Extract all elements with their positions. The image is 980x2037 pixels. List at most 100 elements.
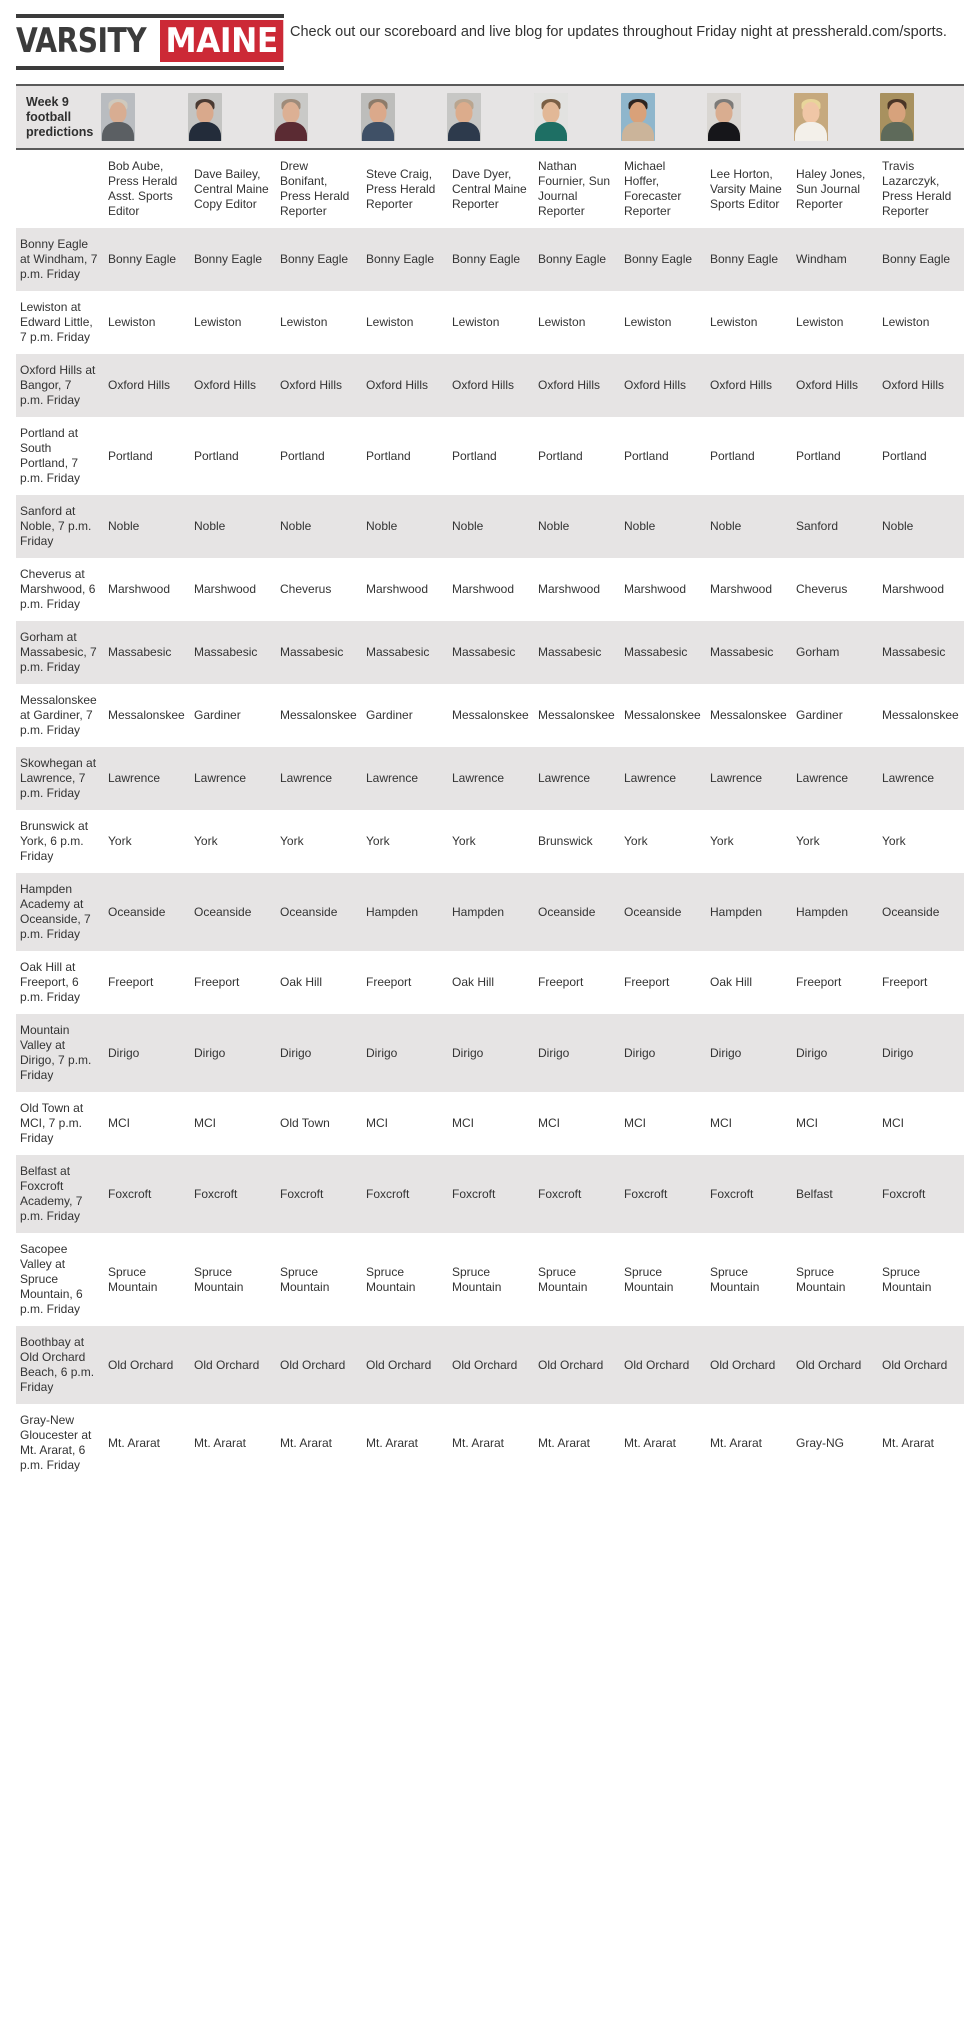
table-row: Gray-New Gloucester at Mt. Ararat, 6 p.m… [16,1404,964,1482]
prediction-cell: Massabesic [878,621,964,684]
prediction-cell: Lewiston [792,291,878,354]
prediction-cell: Spruce Mountain [362,1233,448,1326]
prediction-cell: Oxford Hills [104,354,190,417]
table-row: Gorham at Massabesic, 7 p.m. Friday Massa… [16,621,964,684]
prediction-cell: Portland [620,417,706,495]
prediction-cell: Marshwood [190,558,276,621]
avatar-drew-bonifant-icon [274,93,309,141]
prediction-cell: MCI [104,1092,190,1155]
prediction-cell: Lawrence [362,747,448,810]
column-header-haley-jones: Haley Jones, Sun Journal Reporter [792,150,878,228]
prediction-cell: York [878,810,964,873]
prediction-cell: Marshwood [104,558,190,621]
table-row: Brunswick at York, 6 p.m. Friday York York… [16,810,964,873]
prediction-cell: Marshwood [878,558,964,621]
prediction-cell: Massabesic [706,621,792,684]
table-row: Skowhegan at Lawrence, 7 p.m. Friday Lawr… [16,747,964,810]
table-row: Sacopee Valley at Spruce Mountain, 6 p.m… [16,1233,964,1326]
avatar-nathan-fournier-icon [533,93,568,141]
prediction-cell: Messalonskee [448,684,534,747]
game-label: Gray-New Gloucester at Mt. Ararat, 6 p.m… [16,1404,104,1482]
prediction-cell: Spruce Mountain [448,1233,534,1326]
prediction-cell: Lawrence [104,747,190,810]
prediction-cell: Massabesic [276,621,362,684]
avatar-cell [877,93,964,141]
prediction-cell: Oxford Hills [362,354,448,417]
prediction-cell: Freeport [792,951,878,1014]
column-header-game [16,150,104,228]
game-label: Messalonskee at Gardiner, 7 p.m. Friday [16,684,104,747]
prediction-cell: Freeport [104,951,190,1014]
prediction-cell: Old Town [276,1092,362,1155]
prediction-cell: Massabesic [534,621,620,684]
prediction-cell: Spruce Mountain [878,1233,964,1326]
prediction-cell: Dirigo [190,1014,276,1092]
prediction-cell: Dirigo [448,1014,534,1092]
avatar-cell [618,93,705,141]
prediction-cell: Noble [190,495,276,558]
prediction-cell: Dirigo [620,1014,706,1092]
prediction-cell: Old Orchard [448,1326,534,1404]
column-header-lee-horton: Lee Horton, Varsity Maine Sports Editor [706,150,792,228]
prediction-cell: Cheverus [792,558,878,621]
prediction-cell: Gardiner [792,684,878,747]
game-label: Lewiston at Edward Little, 7 p.m. Friday [16,291,104,354]
game-label: Oxford Hills at Bangor, 7 p.m. Friday [16,354,104,417]
prediction-cell: Portland [878,417,964,495]
prediction-cell: Foxcroft [878,1155,964,1233]
prediction-cell: Mt. Ararat [534,1404,620,1482]
game-label: Sacopee Valley at Spruce Mountain, 6 p.m… [16,1233,104,1326]
avatar-michael-hoffer-icon [620,93,655,141]
table-row: Mountain Valley at Dirigo, 7 p.m. Friday… [16,1014,964,1092]
banner-avatar-strip [98,93,964,141]
avatar-cell [185,93,272,141]
prediction-cell: Foxcroft [276,1155,362,1233]
prediction-cell: Lewiston [534,291,620,354]
prediction-cell: Mt. Ararat [104,1404,190,1482]
table-row: Bonny Eagle at Windham, 7 p.m. Friday Bon… [16,228,964,291]
prediction-cell: Bonny Eagle [620,228,706,291]
prediction-cell: Noble [362,495,448,558]
prediction-cell: Portland [792,417,878,495]
table-row: Oak Hill at Freeport, 6 p.m. Friday Freep… [16,951,964,1014]
prediction-cell: Lewiston [620,291,706,354]
banner-title: Week 9 football predictions [26,94,94,139]
avatar-travis-lazarczyk-icon [880,93,915,141]
table-row: Lewiston at Edward Little, 7 p.m. Friday… [16,291,964,354]
prediction-cell: Noble [276,495,362,558]
predictions-banner: Week 9 football predictions [16,84,964,150]
prediction-cell: Messalonskee [620,684,706,747]
prediction-cell: Oxford Hills [534,354,620,417]
table-row: Messalonskee at Gardiner, 7 p.m. Friday M… [16,684,964,747]
prediction-cell: Gardiner [190,684,276,747]
prediction-cell: Bonny Eagle [448,228,534,291]
prediction-cell: Old Orchard [276,1326,362,1404]
column-header-dave-bailey: Dave Bailey, Central Maine Copy Editor [190,150,276,228]
table-row: Cheverus at Marshwood, 6 p.m. Friday Mars… [16,558,964,621]
prediction-cell: Hampden [362,873,448,951]
varsity-maine-logo[interactable]: VARSITY MAINE [16,14,286,70]
prediction-cell: York [362,810,448,873]
prediction-cell: Oak Hill [448,951,534,1014]
prediction-cell: Lewiston [190,291,276,354]
table-row: Oxford Hills at Bangor, 7 p.m. Friday Oxf… [16,354,964,417]
game-label: Oak Hill at Freeport, 6 p.m. Friday [16,951,104,1014]
prediction-cell: Freeport [620,951,706,1014]
prediction-cell: Foxcroft [448,1155,534,1233]
prediction-cell: Old Orchard [792,1326,878,1404]
prediction-cell: Oxford Hills [620,354,706,417]
prediction-cell: Sanford [792,495,878,558]
table-row: Sanford at Noble, 7 p.m. Friday Noble Nobl… [16,495,964,558]
prediction-cell: Spruce Mountain [620,1233,706,1326]
prediction-cell: Old Orchard [190,1326,276,1404]
game-label: Boothbay at Old Orchard Beach, 6 p.m. Fr… [16,1326,104,1404]
prediction-cell: Portland [706,417,792,495]
prediction-cell: Lawrence [190,747,276,810]
prediction-cell: Foxcroft [534,1155,620,1233]
game-label: Gorham at Massabesic, 7 p.m. Friday [16,621,104,684]
prediction-cell: Lewiston [104,291,190,354]
prediction-cell: Oceanside [190,873,276,951]
prediction-cell: Old Orchard [878,1326,964,1404]
prediction-cell: Mt. Ararat [706,1404,792,1482]
prediction-cell: Bonny Eagle [362,228,448,291]
